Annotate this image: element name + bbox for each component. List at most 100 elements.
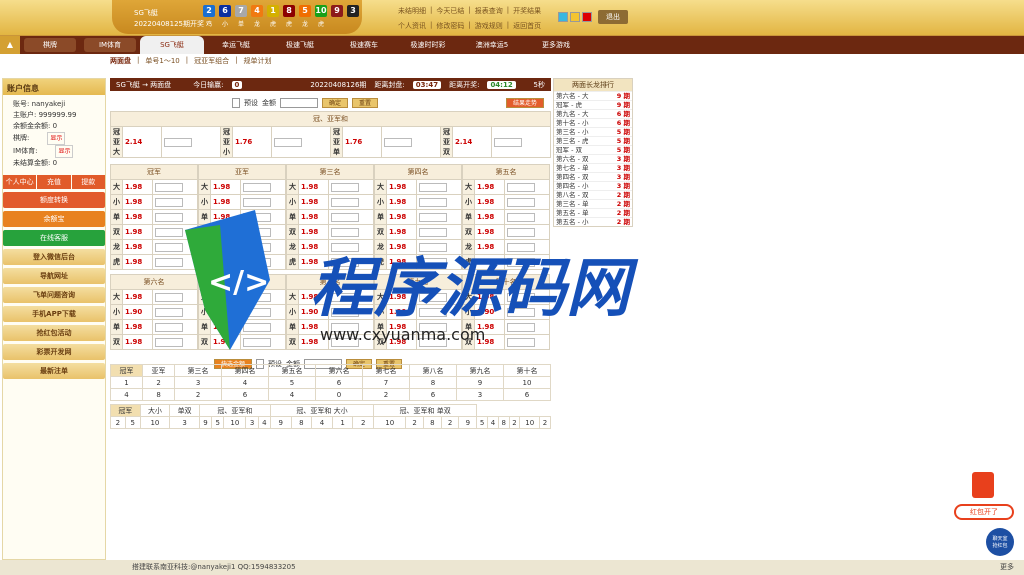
info-bar: SG飞艇 → 两面盘 今日输赢: 0 20220408126期 距离封盘: 03… <box>110 78 551 91</box>
bet-row: 大1.98 <box>374 179 462 195</box>
subnav-item[interactable]: 单号1～10 <box>145 56 179 70</box>
gyh-odds: 1.76 <box>341 126 383 158</box>
withdraw-button[interactable]: 提款 <box>71 175 105 189</box>
side-link[interactable]: 登入微信后台 <box>3 249 105 265</box>
bet-input[interactable] <box>507 182 536 192</box>
refresh-seconds: 5秒 <box>533 80 545 89</box>
amount-input[interactable] <box>280 98 318 108</box>
position-title: 第三名 <box>286 164 374 180</box>
history-cell[interactable]: 冠军 <box>110 404 141 417</box>
chat-room-button[interactable]: 聊天室 抢红包 <box>986 528 1014 556</box>
nav-tab-8[interactable]: 更多游戏 <box>524 40 588 50</box>
home-icon[interactable]: ▲ <box>0 36 20 54</box>
history-cell[interactable]: 冠、亚军和 单双 <box>373 404 478 417</box>
online-service-button[interactable]: 在线客服 <box>3 230 105 246</box>
bet-row: 大1.98 <box>286 179 374 195</box>
top-link[interactable]: 个人资讯 <box>398 21 426 31</box>
last-issue: 20220408125期开奖 <box>134 20 204 28</box>
reset-button[interactable]: 重置 <box>352 98 379 108</box>
ball-zodiac: 虎 <box>317 21 324 28</box>
bet-label: 单 <box>110 209 123 225</box>
nav-tab-4[interactable]: 极速飞艇 <box>268 40 332 50</box>
history-cell: 10 <box>223 416 247 429</box>
nav-tab-3[interactable]: 幸运飞艇 <box>204 40 268 50</box>
preset-checkbox[interactable] <box>232 98 240 108</box>
history-cell: 5 <box>476 416 489 429</box>
top-link[interactable]: 今天已结 <box>436 6 464 16</box>
history-cell[interactable]: 冠军 <box>109 364 144 377</box>
top-link[interactable]: 返回首页 <box>513 21 541 31</box>
bet-label: 双 <box>110 224 123 240</box>
side-link[interactable]: 最新注单 <box>3 363 105 379</box>
gyh-input-cell <box>271 126 331 158</box>
nav-tab-7[interactable]: 澳洲幸运5 <box>460 40 524 50</box>
history-cell: 8 <box>497 416 510 429</box>
theme-switcher[interactable] <box>558 12 592 22</box>
side-link[interactable]: 飞单问题咨询 <box>3 287 105 303</box>
side-link[interactable]: 手机APP下载 <box>3 306 105 322</box>
subnav-item[interactable]: 两面盘 <box>110 56 131 70</box>
top-link[interactable]: 游戏规则 <box>475 21 503 31</box>
history-cell: 9 <box>269 416 292 429</box>
nav-tab-2[interactable]: SG飞艇 <box>140 36 204 54</box>
gyh-row: 冠亚大 2.14 冠亚小 1.76 冠亚单 1.76 冠亚双 2.14 <box>110 126 551 158</box>
ranking-item: 第六名 - 双 <box>556 155 589 163</box>
amount-label: 金额 <box>262 99 276 107</box>
side-link[interactable]: 彩票开发网 <box>3 344 105 360</box>
bet-odds: 1.98 <box>297 179 330 195</box>
subnav-item[interactable]: 冠亚军组合 <box>194 56 229 70</box>
top-link[interactable]: 开奖结果 <box>513 6 541 16</box>
bet-input[interactable] <box>155 182 184 192</box>
exchange-button[interactable]: 额度转换 <box>3 192 105 208</box>
top-link[interactable]: 修改密码 <box>436 21 464 31</box>
history-cell[interactable]: 亚军 <box>142 364 176 377</box>
red-packet-label[interactable]: 红包开了 <box>954 504 1014 520</box>
bet-input[interactable] <box>419 182 448 192</box>
gyh-input[interactable] <box>164 137 193 147</box>
confirm-button[interactable]: 确定 <box>322 98 349 108</box>
watermark: </> 程序源码网 www.cxyuanma.com <box>185 210 639 350</box>
subnav-item[interactable]: 规单计划 <box>243 56 271 70</box>
profile-button[interactable]: 个人中心 <box>3 175 37 189</box>
chess-show-button[interactable]: 显示 <box>47 132 66 145</box>
nav-tab-0[interactable]: 棋牌 <box>24 38 76 52</box>
side-link[interactable]: 抢红包活动 <box>3 325 105 341</box>
ball-number: 9 <box>331 5 343 17</box>
theme-red[interactable] <box>582 12 592 22</box>
top-link[interactable]: 报表查询 <box>475 6 503 16</box>
nav-tab-5[interactable]: 极速赛车 <box>332 40 396 50</box>
sidebar-title: 账户信息 <box>3 79 105 95</box>
theme-blue[interactable] <box>558 12 568 22</box>
red-packet-widget[interactable]: 红包开了 聊天室 抢红包 <box>948 470 1018 560</box>
top-link[interactable]: 未结明细 <box>398 6 426 16</box>
red-packet-icon[interactable] <box>972 472 994 498</box>
history-cell[interactable]: 单双 <box>169 404 200 417</box>
bet-input[interactable] <box>331 182 360 192</box>
nav-tab-6[interactable]: 极速时时彩 <box>396 40 460 50</box>
gyh-input[interactable] <box>384 137 413 147</box>
deposit-button[interactable]: 充值 <box>37 175 71 189</box>
bet-input[interactable] <box>243 182 272 192</box>
history-cell[interactable]: 冠、亚军和 <box>198 404 271 417</box>
im-show-button[interactable]: 显示 <box>55 145 74 158</box>
ball-zodiac: 虎 <box>285 21 292 28</box>
top-links-row: 未结明细 | 今天已结 | 报表查询 | 开奖结果 <box>398 6 558 16</box>
more-link[interactable]: 更多 <box>1000 560 1014 575</box>
history-cell[interactable]: 冠、亚军和 大小 <box>269 404 375 417</box>
theme-yellow[interactable] <box>570 12 580 22</box>
history-cell[interactable]: 大小 <box>139 404 171 417</box>
side-link[interactable]: 导航网址 <box>3 268 105 284</box>
balance-treasure-button[interactable]: 余额宝 <box>3 211 105 227</box>
bet-odds: 1.98 <box>121 179 154 195</box>
gyh-input[interactable] <box>494 137 523 147</box>
history-cell: 3 <box>245 416 259 429</box>
ball-number: 7 <box>235 5 247 17</box>
bet-input-cell <box>240 179 286 195</box>
draw-ball-3: 7单 <box>235 5 247 28</box>
position-title: 亚军 <box>198 164 286 180</box>
gyh-input[interactable] <box>274 137 303 147</box>
trend-button[interactable]: 结果走势 <box>506 98 545 108</box>
logout-button[interactable]: 退出 <box>598 10 628 24</box>
ball-zodiac: 虎 <box>269 21 276 28</box>
nav-tab-1[interactable]: IM体育 <box>84 38 136 52</box>
